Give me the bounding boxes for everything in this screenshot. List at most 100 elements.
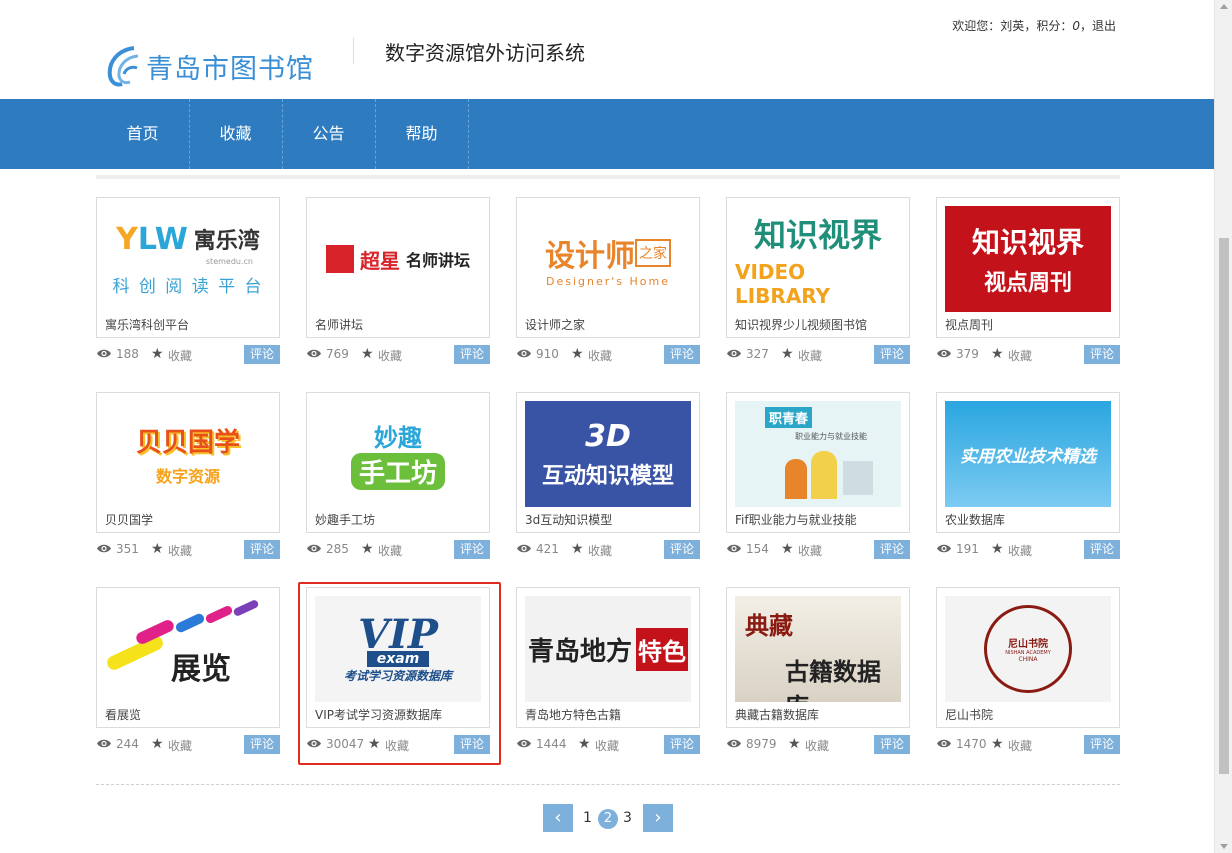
comment-button[interactable]: 评论 <box>454 540 490 559</box>
prev-page-button[interactable]: ‹ <box>543 804 573 832</box>
star-icon[interactable]: ★ <box>788 737 801 751</box>
comment-button[interactable]: 评论 <box>664 540 700 559</box>
star-icon[interactable]: ★ <box>361 542 374 556</box>
resource-card-box[interactable]: 实用农业技术精选 农业数据库 <box>936 392 1120 533</box>
page-number[interactable]: 1 <box>583 810 592 826</box>
resource-thumbnail[interactable]: 妙趣 手工坊 <box>315 401 481 507</box>
star-icon[interactable]: ★ <box>151 737 164 751</box>
resource-thumbnail[interactable]: 贝贝国学 数字资源 <box>105 401 271 507</box>
resource-name[interactable]: 贝贝国学 <box>105 511 153 528</box>
comment-button[interactable]: 评论 <box>664 345 700 364</box>
resource-card-box[interactable]: 超星 名师讲坛 名师讲坛 <box>306 197 490 338</box>
star-icon[interactable]: ★ <box>991 347 1004 361</box>
favorite-link[interactable]: 收藏 <box>168 347 192 364</box>
scroll-thumb[interactable] <box>1219 238 1229 774</box>
resource-card-box[interactable]: 尼山书院 NISHAN ACADEMY CHINA 尼山书院 <box>936 587 1120 728</box>
star-icon[interactable]: ★ <box>991 542 1004 556</box>
resource-card-box[interactable]: 展览 看展览 <box>96 587 280 728</box>
resource-card[interactable]: 超星 名师讲坛 名师讲坛 769 ★ 收藏 评论 <box>306 197 490 365</box>
resource-card[interactable]: 知识视界 视点周刊 视点周刊 379 ★ 收藏 评论 <box>936 197 1120 365</box>
resource-card-box[interactable]: Y LW 寓乐湾 stemedu.cn 科 创 阅 读 平 台 寓乐湾科创平台 <box>96 197 280 338</box>
resource-card[interactable]: 青岛地方 特色 青岛地方特色古籍 1444 ★ 收藏 评论 <box>516 587 700 755</box>
resource-card[interactable]: 职青春 职业能力与就业技能 Fif职业能力与就业技能 154 ★ 收藏 评论 <box>726 392 910 560</box>
star-icon[interactable]: ★ <box>571 542 584 556</box>
resource-card[interactable]: 贝贝国学 数字资源 贝贝国学 351 ★ 收藏 评论 <box>96 392 280 560</box>
favorite-link[interactable]: 收藏 <box>805 737 829 754</box>
favorite-link[interactable]: 收藏 <box>595 737 619 754</box>
resource-thumbnail[interactable]: 知识视界 视点周刊 <box>945 206 1111 312</box>
comment-button[interactable]: 评论 <box>1084 540 1120 559</box>
resource-thumbnail[interactable]: 知识视界 VIDEO LIBRARY <box>735 206 901 312</box>
favorite-link[interactable]: 收藏 <box>1008 737 1032 754</box>
resource-card-box[interactable]: 知识视界 视点周刊 视点周刊 <box>936 197 1120 338</box>
resource-card[interactable]: 设计师 之家 Designer's Home 设计师之家 910 ★ 收藏 评论 <box>516 197 700 365</box>
star-icon[interactable]: ★ <box>571 347 584 361</box>
favorite-link[interactable]: 收藏 <box>588 347 612 364</box>
resource-name[interactable]: 视点周刊 <box>945 316 993 333</box>
resource-thumbnail[interactable]: 超星 名师讲坛 <box>315 206 481 312</box>
favorite-link[interactable]: 收藏 <box>1008 347 1032 364</box>
resource-card[interactable]: 3D 互动知识模型 3d互动知识模型 421 ★ 收藏 评论 <box>516 392 700 560</box>
resource-name[interactable]: 看展览 <box>105 706 141 723</box>
comment-button[interactable]: 评论 <box>454 345 490 364</box>
scroll-up-arrow-icon[interactable] <box>1220 4 1228 9</box>
comment-button[interactable]: 评论 <box>1084 735 1120 754</box>
resource-name[interactable]: 妙趣手工坊 <box>315 511 375 528</box>
resource-name[interactable]: Fif职业能力与就业技能 <box>735 511 857 528</box>
scroll-down-arrow-icon[interactable] <box>1220 844 1228 849</box>
comment-button[interactable]: 评论 <box>244 345 280 364</box>
resource-card-box[interactable]: 贝贝国学 数字资源 贝贝国学 <box>96 392 280 533</box>
resource-name[interactable]: 知识视界少儿视频图书馆 <box>735 316 867 333</box>
resource-name[interactable]: 寓乐湾科创平台 <box>105 316 189 333</box>
star-icon[interactable]: ★ <box>361 347 374 361</box>
comment-button[interactable]: 评论 <box>874 345 910 364</box>
resource-thumbnail[interactable]: 3D 互动知识模型 <box>525 401 691 507</box>
favorite-link[interactable]: 收藏 <box>1008 542 1032 559</box>
nav-help[interactable]: 帮助 <box>375 99 468 169</box>
resource-card-box[interactable]: 设计师 之家 Designer's Home 设计师之家 <box>516 197 700 338</box>
comment-button[interactable]: 评论 <box>244 735 280 754</box>
resource-name[interactable]: 名师讲坛 <box>315 316 363 333</box>
resource-card[interactable]: 展览 看展览 244 ★ 收藏 评论 <box>96 587 280 755</box>
resource-card[interactable]: 知识视界 VIDEO LIBRARY 知识视界少儿视频图书馆 327 ★ 收藏 … <box>726 197 910 365</box>
comment-button[interactable]: 评论 <box>1084 345 1120 364</box>
favorite-link[interactable]: 收藏 <box>168 542 192 559</box>
resource-name[interactable]: 农业数据库 <box>945 511 1005 528</box>
favorite-link[interactable]: 收藏 <box>798 542 822 559</box>
resource-card-box[interactable]: 职青春 职业能力与就业技能 Fif职业能力与就业技能 <box>726 392 910 533</box>
star-icon[interactable]: ★ <box>781 347 794 361</box>
resource-card[interactable]: 实用农业技术精选 农业数据库 191 ★ 收藏 评论 <box>936 392 1120 560</box>
resource-name[interactable]: 3d互动知识模型 <box>525 511 612 528</box>
comment-button[interactable]: 评论 <box>244 540 280 559</box>
resource-thumbnail[interactable]: 展览 <box>105 596 271 702</box>
resource-name[interactable]: 尼山书院 <box>945 706 993 723</box>
star-icon[interactable]: ★ <box>151 347 164 361</box>
resource-thumbnail[interactable]: 青岛地方 特色 <box>525 596 691 702</box>
nav-home[interactable]: 首页 <box>96 99 189 169</box>
resource-card-box[interactable]: 3D 互动知识模型 3d互动知识模型 <box>516 392 700 533</box>
page-number[interactable]: 3 <box>623 810 632 826</box>
resource-card-box[interactable]: 典藏 古籍数据库 典藏古籍数据库 <box>726 587 910 728</box>
favorite-link[interactable]: 收藏 <box>588 542 612 559</box>
resource-name[interactable]: 青岛地方特色古籍 <box>525 706 621 723</box>
resource-thumbnail[interactable]: Y LW 寓乐湾 stemedu.cn 科 创 阅 读 平 台 <box>105 206 271 312</box>
star-icon[interactable]: ★ <box>991 737 1004 751</box>
resource-thumbnail[interactable]: 实用农业技术精选 <box>945 401 1111 507</box>
favorite-link[interactable]: 收藏 <box>378 347 402 364</box>
favorite-link[interactable]: 收藏 <box>378 542 402 559</box>
resource-name[interactable]: 设计师之家 <box>525 316 585 333</box>
resource-card-box[interactable]: 青岛地方 特色 青岛地方特色古籍 <box>516 587 700 728</box>
current-page[interactable]: 2 <box>598 809 618 829</box>
resource-card-box[interactable]: 知识视界 VIDEO LIBRARY 知识视界少儿视频图书馆 <box>726 197 910 338</box>
next-page-button[interactable]: › <box>643 804 673 832</box>
resource-card-box[interactable]: 妙趣 手工坊 妙趣手工坊 <box>306 392 490 533</box>
comment-button[interactable]: 评论 <box>874 540 910 559</box>
nav-favorites[interactable]: 收藏 <box>189 99 282 169</box>
comment-button[interactable]: 评论 <box>664 735 700 754</box>
resource-name[interactable]: 典藏古籍数据库 <box>735 706 819 723</box>
resource-card[interactable]: 典藏 古籍数据库 典藏古籍数据库 8979 ★ 收藏 评论 <box>726 587 910 755</box>
favorite-link[interactable]: 收藏 <box>168 737 192 754</box>
logout-link[interactable]: 退出 <box>1092 19 1116 33</box>
star-icon[interactable]: ★ <box>578 737 591 751</box>
star-icon[interactable]: ★ <box>151 542 164 556</box>
